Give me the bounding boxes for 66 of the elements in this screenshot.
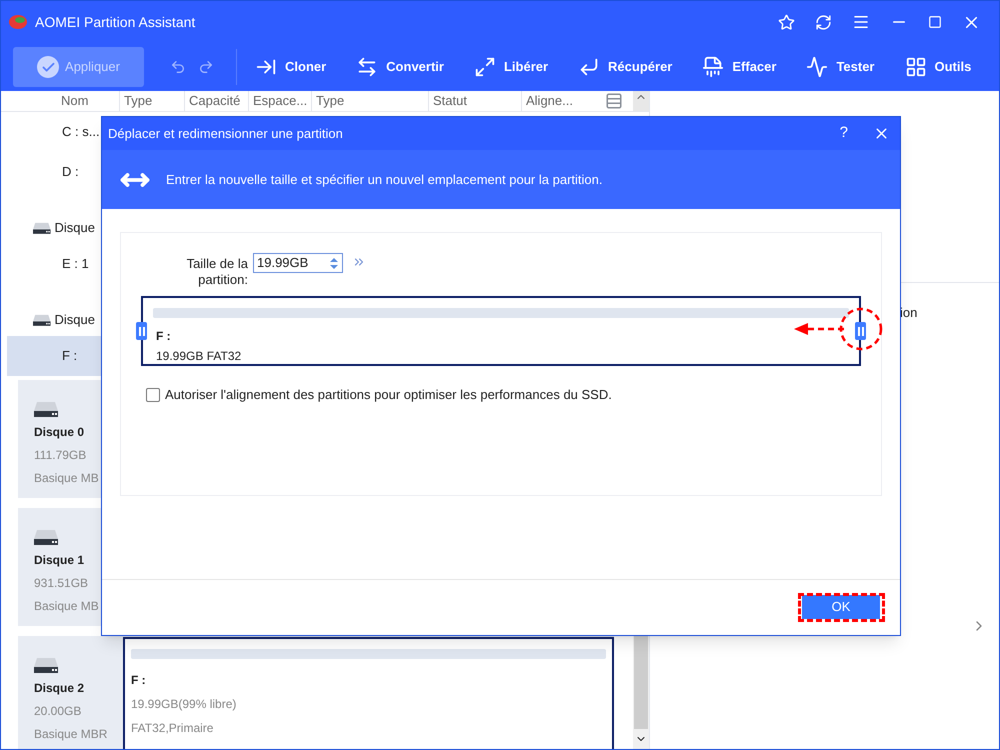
size-spinner[interactable]: 19.99GB bbox=[253, 253, 343, 273]
column-header[interactable]: Espace... bbox=[248, 91, 311, 110]
right-resize-handle[interactable] bbox=[855, 322, 866, 340]
disk-style: Basique MBR bbox=[34, 726, 108, 742]
size-label: Taille de la partition: bbox=[186, 256, 248, 288]
annotation-circle bbox=[839, 307, 883, 351]
disk-label: Disque bbox=[54, 218, 95, 237]
disk-size: 111.79GB bbox=[34, 446, 88, 464]
disk-name: Disque 0 bbox=[34, 424, 86, 440]
menu-icon[interactable] bbox=[852, 13, 870, 31]
spinner-arrows-icon[interactable] bbox=[330, 256, 338, 270]
column-header[interactable]: Statut bbox=[428, 91, 521, 110]
toolbar-button[interactable]: Tester bbox=[806, 56, 874, 78]
disk-name: Disque 1 bbox=[34, 552, 86, 568]
partition-info: 19.99GB FAT32 bbox=[156, 348, 242, 365]
maximize-icon[interactable] bbox=[928, 15, 942, 29]
scroll-up-button[interactable] bbox=[633, 91, 649, 110]
toolbar-button[interactable]: Libérer bbox=[474, 56, 548, 78]
column-header[interactable]: Aligne... bbox=[521, 91, 583, 110]
ok-button[interactable]: OK bbox=[802, 595, 880, 619]
left-resize-handle[interactable] bbox=[136, 322, 147, 340]
disk-label: Disque bbox=[54, 310, 95, 329]
ssd-alignment-label: Autoriser l'alignement des partitions pour optimiser les performances du SSD. bbox=[165, 386, 612, 404]
toolbar-button[interactable]: Cloner bbox=[255, 56, 326, 78]
column-header[interactable]: Type bbox=[119, 91, 184, 110]
ssd-alignment-checkbox[interactable] bbox=[146, 388, 160, 402]
disk-style: Basique MB bbox=[34, 598, 100, 614]
app-logo-icon bbox=[9, 14, 27, 30]
partition-free-space: 19.99GB(99% libre) bbox=[131, 696, 238, 712]
disk-row[interactable]: Disque bbox=[1, 284, 95, 336]
disk-row[interactable]: Disque bbox=[1, 192, 95, 244]
column-header[interactable]: Capacité bbox=[184, 91, 248, 110]
partition-row[interactable]: C : s... bbox=[7, 112, 101, 152]
column-settings-icon[interactable] bbox=[605, 92, 623, 110]
dialog-instruction: Entrer la nouvelle taille et spécifier un nouvel emplacement pour la partition. bbox=[166, 170, 602, 189]
disk-drive-icon bbox=[34, 400, 58, 418]
column-header[interactable]: Type bbox=[311, 91, 428, 110]
help-button[interactable]: ? bbox=[840, 122, 848, 145]
annotation-arrow bbox=[794, 323, 846, 335]
disk-drive-icon bbox=[34, 656, 58, 674]
toolbar-button[interactable]: Outils bbox=[904, 56, 972, 78]
partition-row[interactable]: F : bbox=[7, 336, 101, 376]
disk-card[interactable]: Disque 2 20.00GB Basique MBR F : 19.99GB(99% libre) FAT32,Primaire bbox=[18, 636, 614, 749]
disk-name: Disque 2 bbox=[34, 680, 86, 696]
toolbar-button[interactable]: Convertir bbox=[356, 56, 444, 78]
partition-row[interactable]: E : 1 bbox=[7, 244, 101, 284]
undo-icon[interactable] bbox=[170, 59, 186, 75]
toolbar-button[interactable]: Récupérer bbox=[578, 56, 672, 78]
disk-style: Basique MB bbox=[34, 470, 100, 486]
partition-info: FAT32,Primaire bbox=[131, 720, 214, 736]
disk-size: 931.51GB bbox=[34, 574, 90, 592]
window-title: AOMEI Partition Assistant bbox=[35, 12, 196, 32]
favorite-star-icon[interactable] bbox=[778, 14, 795, 30]
partition-bar[interactable]: F : 19.99GB FAT32 bbox=[141, 296, 861, 366]
panel-text: ion bbox=[900, 304, 918, 322]
disk-drive-icon bbox=[34, 528, 58, 546]
partition-name: F : bbox=[156, 328, 171, 345]
column-header[interactable]: Nom bbox=[1, 91, 119, 110]
disk-size: 20.00GB bbox=[34, 702, 82, 720]
refresh-icon[interactable] bbox=[815, 14, 832, 30]
toolbar-button[interactable]: Effacer bbox=[702, 56, 776, 78]
partition-row[interactable]: D : bbox=[7, 152, 101, 192]
partition-card[interactable]: F : 19.99GB(99% libre) FAT32,Primaire bbox=[123, 636, 614, 749]
redo-icon[interactable] bbox=[198, 59, 214, 75]
dialog-title: Déplacer et redimensionner une partition bbox=[108, 124, 343, 143]
partition-name: F : bbox=[131, 672, 147, 688]
